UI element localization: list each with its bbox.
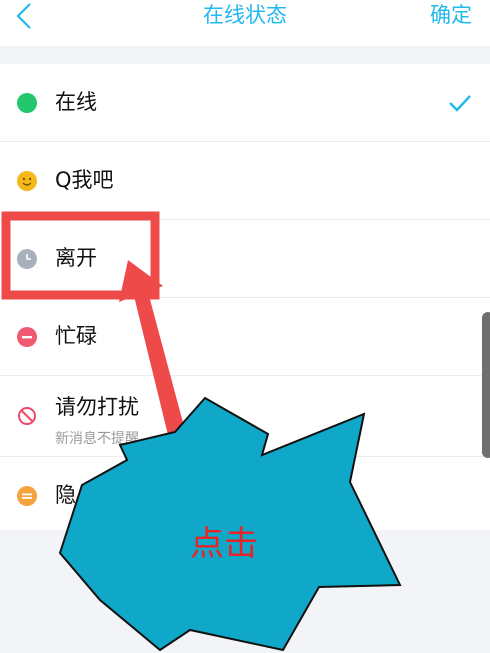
status-label: 隐身	[55, 483, 97, 507]
confirm-button[interactable]: 确定	[430, 0, 472, 30]
checkmark-icon	[449, 95, 471, 112]
status-sublabel: 新消息不提醒	[55, 431, 139, 447]
header-bar: 在线状态 确定	[0, 0, 490, 46]
smiley-icon	[17, 171, 37, 191]
status-item-away[interactable]: 离开	[0, 220, 490, 298]
status-item-busy[interactable]: 忙碌	[0, 298, 490, 376]
status-label: 在线	[55, 90, 97, 114]
status-item-do-not-disturb[interactable]: 请勿打扰 新消息不提醒	[0, 376, 490, 457]
busy-minus-icon	[17, 327, 37, 347]
status-label: Q我吧	[55, 168, 114, 192]
status-item-online[interactable]: 在线	[0, 64, 490, 142]
page-title: 在线状态	[203, 3, 287, 27]
online-dot-icon	[17, 93, 37, 113]
status-list: 在线 Q我吧 离开 忙碌 请勿打扰 新消息不提醒 隐身	[0, 64, 490, 530]
callout-text: 点击	[190, 524, 258, 564]
status-label: 请勿打扰	[55, 395, 139, 419]
clock-icon	[17, 249, 37, 269]
scrollbar-handle[interactable]	[482, 312, 490, 458]
invisible-icon	[17, 486, 37, 506]
status-item-q-me[interactable]: Q我吧	[0, 142, 490, 220]
status-label: 忙碌	[55, 324, 97, 348]
status-label: 离开	[55, 246, 97, 270]
no-disturb-icon	[18, 407, 36, 425]
